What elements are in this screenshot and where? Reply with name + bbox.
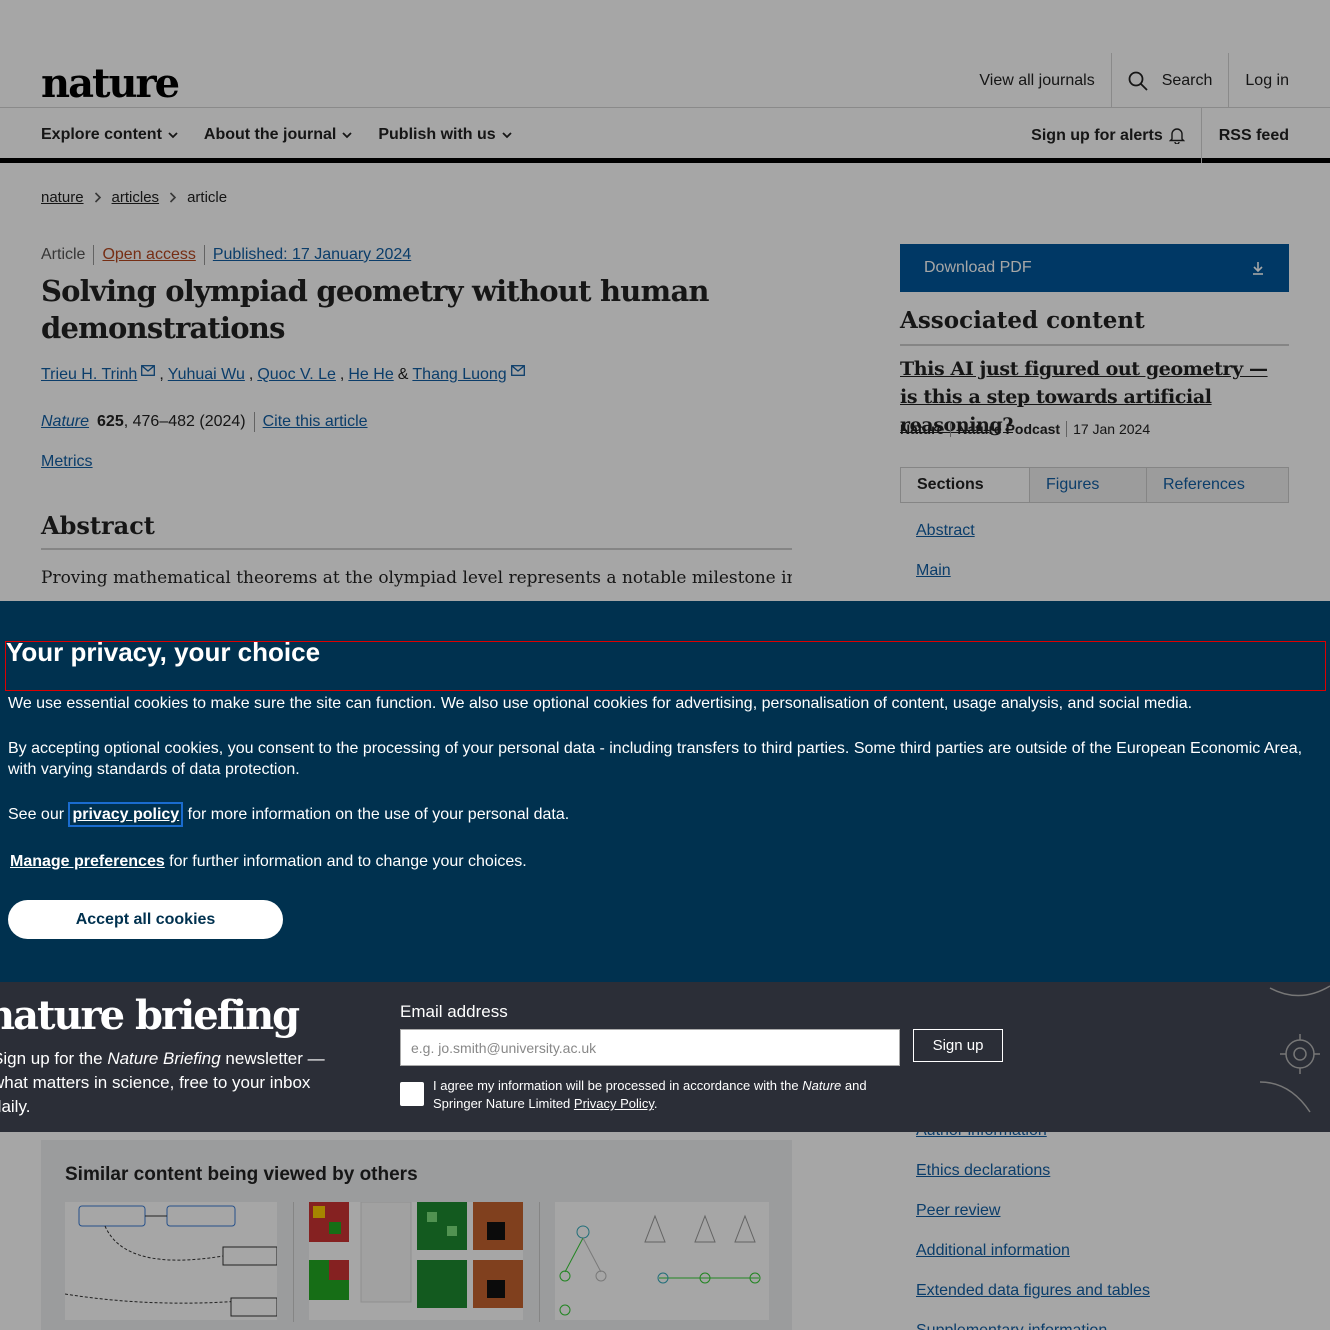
cookie-banner-title: Your privacy, your choice <box>5 639 1326 691</box>
consent-checkbox[interactable] <box>400 1082 424 1106</box>
briefing-description: Sign up for the Nature Briefing newslett… <box>0 1049 325 1116</box>
nature-briefing-bar: nature briefing Sign up for the Nature B… <box>0 982 1330 1132</box>
cookie-paragraph: Manage preferences for further informati… <box>10 853 527 870</box>
cookie-consent-banner: Your privacy, your choice We use essenti… <box>0 601 1330 982</box>
briefing-logo: nature briefing <box>0 992 300 1039</box>
privacy-policy-link[interactable]: Privacy Policy <box>574 1096 654 1111</box>
consent-label: I agree my information will be processed… <box>433 1078 867 1111</box>
email-input[interactable]: e.g. jo.smith@university.ac.uk <box>400 1029 900 1066</box>
accept-all-cookies-button[interactable]: Accept all cookies <box>8 900 283 939</box>
email-label: Email address <box>400 1002 508 1021</box>
cookie-paragraph: See our privacy policy for more informat… <box>8 802 1318 827</box>
briefing-sign-up-button[interactable]: Sign up <box>913 1029 1003 1062</box>
gear-decoration-icon <box>1259 985 1330 1113</box>
manage-preferences-link[interactable]: Manage preferences <box>10 853 165 870</box>
cookie-paragraph: By accepting optional cookies, you conse… <box>8 740 1303 778</box>
cookie-paragraph: We use essential cookies to make sure th… <box>8 695 1193 712</box>
privacy-policy-link[interactable]: privacy policy <box>68 802 184 827</box>
